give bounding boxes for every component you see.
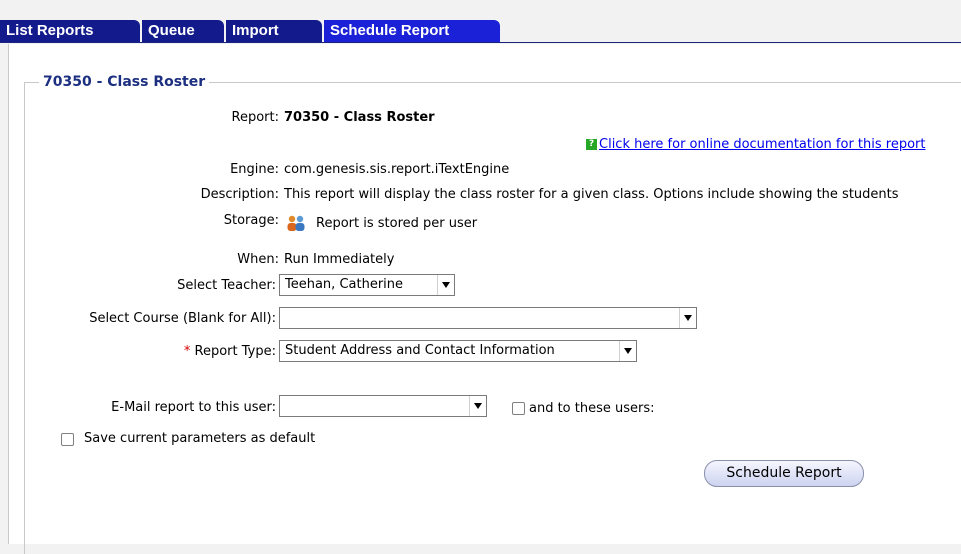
tab-list-reports[interactable]: List Reports	[0, 20, 140, 42]
description-label: Description:	[200, 187, 279, 202]
report-type-select[interactable]: Student Address and Contact Information	[279, 340, 637, 362]
chevron-down-icon	[437, 275, 454, 295]
and-users-label: and to these users:	[529, 401, 655, 416]
tab-label: List Reports	[6, 22, 94, 39]
tab-label: Schedule Report	[330, 22, 450, 39]
and-users-checkbox[interactable]	[512, 402, 525, 415]
teacher-select[interactable]: Teehan, Catherine	[279, 274, 455, 296]
section-title: 70350 - Class Roster	[43, 74, 206, 90]
tab-import[interactable]: Import	[226, 20, 322, 42]
when-value: Run Immediately	[284, 252, 395, 267]
schedule-report-button[interactable]: Schedule Report	[704, 460, 864, 487]
tab-schedule-report[interactable]: Schedule Report	[324, 20, 500, 42]
tab-queue[interactable]: Queue	[142, 20, 224, 42]
chevron-down-icon	[679, 308, 696, 328]
required-marker: *	[183, 344, 191, 359]
save-default-checkbox[interactable]	[61, 433, 74, 446]
help-icon: ?	[586, 139, 597, 150]
storage-label: Storage:	[223, 213, 279, 228]
email-label: E-Mail report to this user:	[111, 400, 276, 415]
teacher-label: Select Teacher:	[177, 278, 276, 293]
documentation-link-text[interactable]: Click here for online documentation for …	[599, 137, 926, 152]
chevron-down-icon	[619, 341, 636, 361]
engine-value: com.genesis.sis.report.iTextEngine	[284, 162, 510, 177]
tab-underline	[0, 42, 961, 43]
save-default-label: Save current parameters as default	[84, 431, 316, 446]
report-type-label: Report Type:	[194, 344, 276, 359]
tab-label: Queue	[148, 22, 195, 39]
tab-bar: List Reports Queue Import Schedule Repor…	[0, 20, 961, 44]
users-icon	[287, 215, 305, 231]
course-select[interactable]	[279, 307, 697, 329]
when-label: When:	[237, 252, 279, 267]
email-user-select[interactable]	[279, 395, 487, 417]
report-type-label-wrap: * Report Type:	[184, 344, 276, 359]
report-label: Report:	[231, 110, 279, 125]
description-value: This report will display the class roste…	[284, 187, 899, 202]
engine-label: Engine:	[230, 162, 279, 177]
report-type-select-value: Student Address and Contact Information	[285, 343, 555, 358]
storage-value: Report is stored per user	[316, 216, 478, 231]
chevron-down-icon	[469, 396, 486, 416]
course-label: Select Course (Blank for All):	[89, 311, 276, 326]
teacher-select-value: Teehan, Catherine	[285, 277, 404, 292]
documentation-link[interactable]: ? Click here for online documentation for…	[586, 137, 926, 152]
tab-label: Import	[232, 22, 279, 39]
report-value: 70350 - Class Roster	[284, 110, 435, 125]
